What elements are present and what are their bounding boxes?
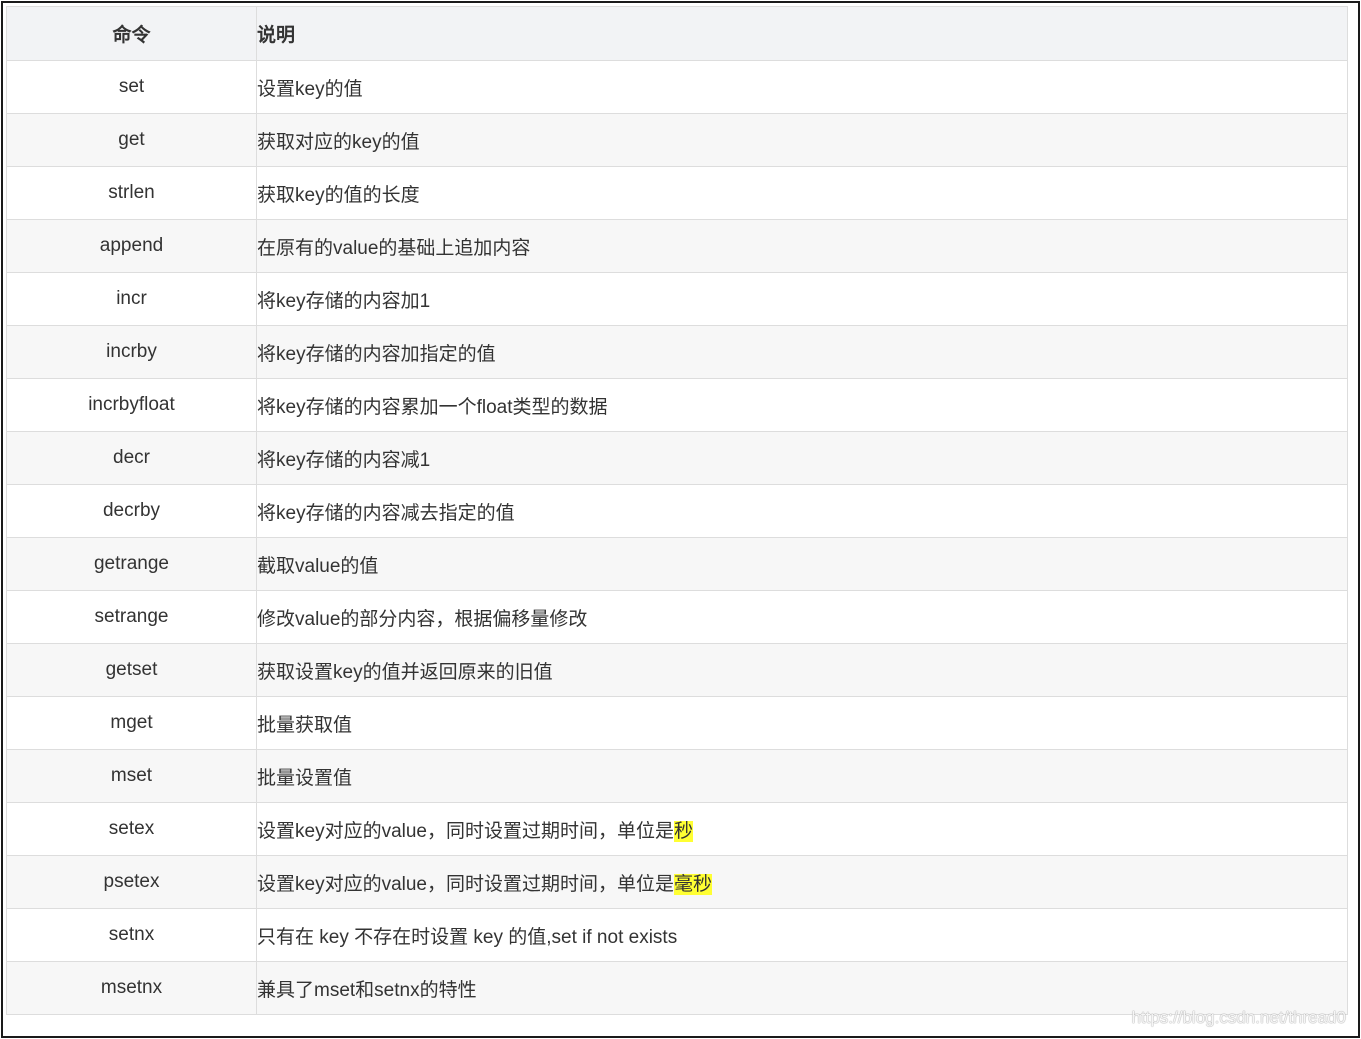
table-row: incrby 将key存储的内容加指定的值 <box>6 325 1348 379</box>
description-text: 获取key的值的长度 <box>257 184 420 206</box>
redis-string-commands-table: 命令 说明 set 设置key的值 get 获取对应的key的值 strlen 获取key… <box>6 6 1348 1015</box>
description-cell: 截取value的值 <box>256 537 1348 591</box>
highlighted-unit-text: 秒 <box>674 820 694 842</box>
description-text: 获取设置key的值并返回原来的旧值 <box>257 661 553 683</box>
table-row: setrange 修改value的部分内容，根据偏移量修改 <box>6 590 1348 644</box>
command-cell: getset <box>6 643 257 697</box>
table-row: decrby 将key存储的内容减去指定的值 <box>6 484 1348 538</box>
command-cell: setrange <box>6 590 257 644</box>
command-cell: decrby <box>6 484 257 538</box>
description-text: 将key存储的内容加1 <box>257 290 431 312</box>
description-cell: 将key存储的内容加1 <box>256 272 1348 326</box>
command-cell: incrbyfloat <box>6 378 257 432</box>
description-text: 将key存储的内容减1 <box>257 449 431 471</box>
table-row: append 在原有的value的基础上追加内容 <box>6 219 1348 273</box>
description-text: 截取value的值 <box>257 555 379 577</box>
description-cell: 只有在 key 不存在时设置 key 的值,set if not exists <box>256 908 1348 962</box>
command-cell: append <box>6 219 257 273</box>
description-cell: 批量获取值 <box>256 696 1348 750</box>
command-cell: getrange <box>6 537 257 591</box>
command-cell: decr <box>6 431 257 485</box>
table-row: get 获取对应的key的值 <box>6 113 1348 167</box>
description-text: 批量获取值 <box>257 714 353 736</box>
command-cell: mget <box>6 696 257 750</box>
command-cell: strlen <box>6 166 257 220</box>
description-text: 兼具了mset和setnx的特性 <box>257 979 477 1001</box>
table-row: setex 设置key对应的value，同时设置过期时间，单位是秒 <box>6 802 1348 856</box>
description-text: 在原有的value的基础上追加内容 <box>257 237 531 259</box>
description-text: 将key存储的内容减去指定的值 <box>257 502 515 524</box>
description-text: 获取对应的key的值 <box>257 131 420 153</box>
command-cell: get <box>6 113 257 167</box>
table-header-row: 命令 说明 <box>6 6 1348 61</box>
description-cell: 将key存储的内容累加一个float类型的数据 <box>256 378 1348 432</box>
command-cell: incr <box>6 272 257 326</box>
table-row: getrange 截取value的值 <box>6 537 1348 591</box>
table-row: psetex 设置key对应的value，同时设置过期时间，单位是毫秒 <box>6 855 1348 909</box>
command-cell: setnx <box>6 908 257 962</box>
command-cell: msetnx <box>6 961 257 1015</box>
table-row: set 设置key的值 <box>6 60 1348 114</box>
description-text: 将key存储的内容加指定的值 <box>257 343 496 365</box>
table-body: set 设置key的值 get 获取对应的key的值 strlen 获取key的值的长度 a… <box>6 60 1348 1015</box>
command-cell: set <box>6 60 257 114</box>
table-row: incr 将key存储的内容加1 <box>6 272 1348 326</box>
command-cell: psetex <box>6 855 257 909</box>
document-frame: 命令 说明 set 设置key的值 get 获取对应的key的值 strlen 获取key… <box>1 1 1360 1038</box>
watermark: https://blog.csdn.net/thread0 <box>1131 1008 1346 1027</box>
table-row: mget 批量获取值 <box>6 696 1348 750</box>
description-text: 设置key对应的value，同时设置过期时间，单位是 <box>257 820 674 842</box>
table-row: incrbyfloat 将key存储的内容累加一个float类型的数据 <box>6 378 1348 432</box>
description-cell: 设置key对应的value，同时设置过期时间，单位是秒 <box>256 802 1348 856</box>
description-cell: 将key存储的内容减1 <box>256 431 1348 485</box>
description-text: 设置key的值 <box>257 78 363 100</box>
table-row: strlen 获取key的值的长度 <box>6 166 1348 220</box>
description-cell: 获取对应的key的值 <box>256 113 1348 167</box>
description-text: 设置key对应的value，同时设置过期时间，单位是 <box>257 873 674 895</box>
header-description: 说明 <box>256 6 1348 61</box>
description-cell: 兼具了mset和setnx的特性 <box>256 961 1348 1015</box>
description-text: 批量设置值 <box>257 767 353 789</box>
table-row: msetnx 兼具了mset和setnx的特性 <box>6 961 1348 1015</box>
command-cell: setex <box>6 802 257 856</box>
description-cell: 在原有的value的基础上追加内容 <box>256 219 1348 273</box>
description-cell: 获取key的值的长度 <box>256 166 1348 220</box>
description-cell: 批量设置值 <box>256 749 1348 803</box>
description-cell: 设置key对应的value，同时设置过期时间，单位是毫秒 <box>256 855 1348 909</box>
table-row: decr 将key存储的内容减1 <box>6 431 1348 485</box>
description-text: 只有在 key 不存在时设置 key 的值,set if not exists <box>257 926 678 948</box>
description-cell: 修改value的部分内容，根据偏移量修改 <box>256 590 1348 644</box>
description-cell: 将key存储的内容减去指定的值 <box>256 484 1348 538</box>
highlighted-unit-text: 毫秒 <box>674 873 713 895</box>
description-text: 修改value的部分内容，根据偏移量修改 <box>257 608 588 630</box>
description-cell: 获取设置key的值并返回原来的旧值 <box>256 643 1348 697</box>
command-cell: incrby <box>6 325 257 379</box>
table-row: getset 获取设置key的值并返回原来的旧值 <box>6 643 1348 697</box>
table-row: setnx 只有在 key 不存在时设置 key 的值,set if not ex… <box>6 908 1348 962</box>
description-cell: 设置key的值 <box>256 60 1348 114</box>
description-cell: 将key存储的内容加指定的值 <box>256 325 1348 379</box>
table-row: mset 批量设置值 <box>6 749 1348 803</box>
header-command: 命令 <box>6 6 257 61</box>
description-text: 将key存储的内容累加一个float类型的数据 <box>257 396 608 418</box>
command-cell: mset <box>6 749 257 803</box>
